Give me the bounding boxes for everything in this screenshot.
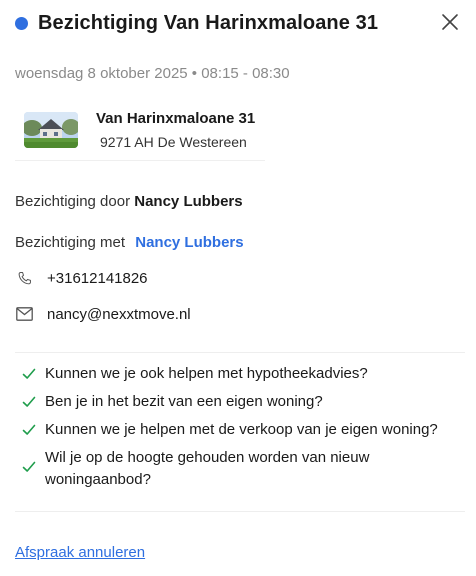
question-text: Kunnen we je ook helpen met hypotheekadv… bbox=[45, 365, 368, 382]
viewing-with-row: Bezichtiging met Nancy Lubbers bbox=[15, 234, 244, 251]
list-item: Wil je op de hoogte gehouden worden van … bbox=[22, 447, 467, 491]
check-icon bbox=[22, 396, 36, 407]
email-row[interactable]: nancy@nexxtmove.nl bbox=[15, 305, 191, 323]
close-icon[interactable] bbox=[440, 12, 460, 32]
check-icon bbox=[22, 368, 36, 379]
phone-icon bbox=[15, 269, 33, 287]
divider bbox=[15, 511, 465, 512]
questions-list: Kunnen we je ook helpen met hypotheekadv… bbox=[22, 363, 467, 497]
viewing-by-row: Bezichtiging door Nancy Lubbers bbox=[15, 193, 243, 210]
modal-header: Bezichtiging Van Harinxmaloane 31 bbox=[15, 10, 465, 36]
viewing-with-name-link[interactable]: Nancy Lubbers bbox=[135, 234, 243, 251]
question-text: Ben je in het bezit van een eigen woning… bbox=[45, 393, 323, 410]
property-street: Van Harinxmaloane 31 bbox=[96, 110, 256, 127]
question-text: Kunnen we je helpen met de verkoop van j… bbox=[45, 421, 438, 438]
status-dot bbox=[15, 16, 28, 30]
viewing-by-label: Bezichtiging door bbox=[15, 193, 131, 210]
viewing-by-name: Nancy Lubbers bbox=[134, 193, 243, 210]
mail-icon bbox=[15, 305, 33, 323]
email-address: nancy@nexxtmove.nl bbox=[47, 305, 191, 323]
phone-row[interactable]: +31612141826 bbox=[15, 269, 148, 287]
property-card[interactable]: Van Harinxmaloane 31 9271 AH De Westeree… bbox=[15, 103, 265, 161]
list-item: Ben je in het bezit van een eigen woning… bbox=[22, 391, 467, 413]
list-item: Kunnen we je ook helpen met hypotheekadv… bbox=[22, 363, 467, 385]
cancel-appointment-link[interactable]: Afspraak annuleren bbox=[15, 544, 145, 561]
check-icon bbox=[22, 461, 36, 472]
divider bbox=[15, 352, 465, 353]
phone-number: +31612141826 bbox=[47, 269, 148, 287]
viewing-with-label: Bezichtiging met bbox=[15, 234, 126, 251]
property-thumbnail bbox=[24, 112, 78, 148]
property-city: 9271 AH De Westereen bbox=[100, 134, 247, 150]
list-item: Kunnen we je helpen met de verkoop van j… bbox=[22, 419, 467, 441]
check-icon bbox=[22, 424, 36, 435]
question-text: Wil je op de hoogte gehouden worden van … bbox=[45, 449, 370, 488]
page-title: Bezichtiging Van Harinxmaloane 31 bbox=[38, 11, 379, 34]
appointment-datetime: woensdag 8 oktober 2025 • 08:15 - 08:30 bbox=[15, 65, 290, 82]
